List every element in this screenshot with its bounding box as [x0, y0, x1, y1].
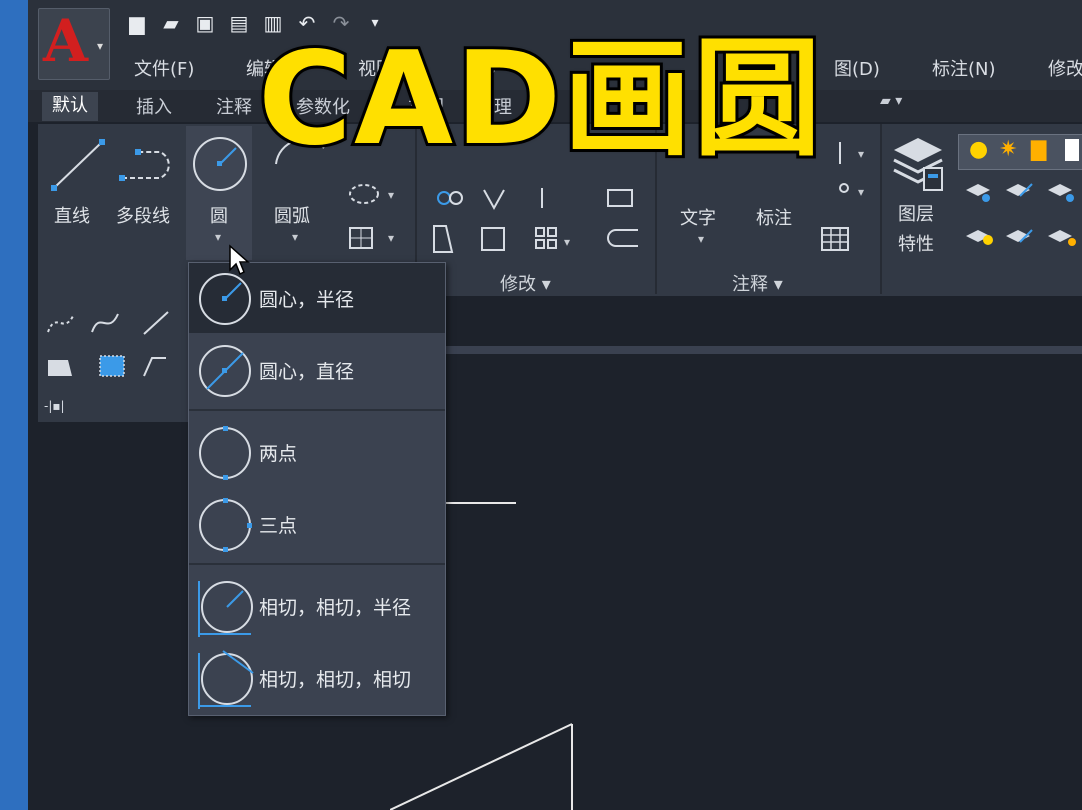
dimension-button-label[interactable]: 标注	[756, 204, 792, 230]
circle-option-three-point[interactable]: 三点	[189, 489, 445, 559]
window-edge	[0, 0, 28, 810]
circle-center-radius-icon	[199, 273, 251, 325]
drawing-triangle	[390, 723, 573, 810]
text-dropdown-chevron-icon[interactable]: ▾	[698, 232, 704, 246]
leader-icons[interactable]: ▾ ▾	[834, 138, 874, 208]
text-button-label[interactable]: 文字	[680, 204, 716, 230]
circle-three-point-icon	[199, 498, 252, 552]
tab-annotate[interactable]: 注释	[216, 93, 252, 119]
color-swatch	[1065, 139, 1079, 161]
circle-tan-tan-radius-icon	[198, 581, 253, 637]
hatch-icon[interactable]: ▾	[344, 224, 404, 252]
drawing-area-divider	[445, 346, 1082, 354]
save-icon[interactable]: ▣	[192, 11, 218, 35]
modify-panel-title[interactable]: 修改 ▾	[500, 270, 551, 296]
circle-option-center-diameter[interactable]: 圆心，直径	[189, 335, 445, 405]
svg-text:▾: ▾	[388, 188, 394, 202]
circle-icon[interactable]	[190, 134, 250, 194]
menu-file[interactable]: 文件(F)	[134, 55, 194, 81]
menu-modify[interactable]: 修改	[1048, 55, 1082, 81]
open-icon[interactable]: ▰	[158, 11, 184, 35]
ribbon-toggle-icon[interactable]: ▰ ▾	[880, 93, 902, 109]
svg-text:▾: ▾	[858, 147, 864, 161]
menu-separator	[189, 409, 445, 411]
drawing-line	[444, 502, 516, 504]
save-as-icon[interactable]: ▤	[226, 11, 252, 35]
circle-options-dropdown: 圆心，半径 圆心，直径 两点 三点 相切，相切，半径 相切，相切，相切	[188, 262, 446, 716]
line-icon[interactable]	[50, 138, 106, 192]
ellipse-icon[interactable]: ▾	[344, 182, 404, 206]
svg-text:▾: ▾	[858, 185, 864, 199]
polyline-button-label[interactable]: 多段线	[116, 202, 170, 228]
polyline-icon[interactable]	[118, 148, 182, 182]
video-overlay-title: CAD画圆	[255, 25, 824, 174]
arc-button-label[interactable]: 圆弧	[274, 202, 310, 228]
tab-insert[interactable]: 插入	[136, 93, 172, 119]
line-button-label[interactable]: 直线	[54, 202, 90, 228]
annotation-panel-title[interactable]: 注释 ▾	[732, 270, 783, 296]
svg-text:-|▪|: -|▪|	[44, 399, 65, 413]
table-icon[interactable]	[820, 226, 850, 252]
ribbon-separator	[880, 124, 882, 294]
lock-icon: ▇	[1031, 137, 1047, 161]
layer-properties-label-2[interactable]: 特性	[898, 230, 934, 256]
circle-two-point-icon	[199, 426, 251, 480]
menu-separator	[189, 563, 445, 565]
new-icon[interactable]: ▆	[124, 11, 150, 35]
menu-dimension[interactable]: 标注(N)	[932, 55, 996, 81]
svg-text:▾: ▾	[388, 231, 394, 245]
circle-option-tan-tan-radius[interactable]: 相切，相切，半径	[189, 571, 445, 641]
circle-button-label[interactable]: 圆	[210, 202, 228, 228]
circle-center-diameter-icon	[199, 345, 251, 397]
sun-icon: ✷	[999, 137, 1018, 162]
arc-dropdown-chevron-icon[interactable]: ▾	[292, 230, 298, 244]
lightbulb-icon: ●	[969, 137, 989, 162]
circle-tan-tan-tan-icon	[198, 650, 254, 709]
circle-option-tan-tan-tan[interactable]: 相切，相切，相切	[189, 643, 445, 713]
menu-draw[interactable]: 图(D)	[834, 55, 880, 81]
tab-default[interactable]: 默认	[42, 92, 98, 121]
layer-properties-label-1[interactable]: 图层	[898, 200, 934, 226]
modify-tools-icons[interactable]: ▾	[432, 186, 652, 256]
draw-extra-tools-icons[interactable]: -|▪|	[44, 306, 184, 416]
mouse-cursor-icon	[229, 244, 250, 276]
layer-properties-icon[interactable]	[890, 132, 948, 192]
circle-dropdown-chevron-icon[interactable]: ▾	[215, 230, 221, 244]
layer-tools-icons[interactable]	[962, 178, 1082, 258]
circle-option-two-point[interactable]: 两点	[189, 417, 445, 487]
svg-text:▾: ▾	[564, 235, 570, 249]
layer-state-dropdown[interactable]: ● ✷ ▇	[958, 134, 1082, 170]
